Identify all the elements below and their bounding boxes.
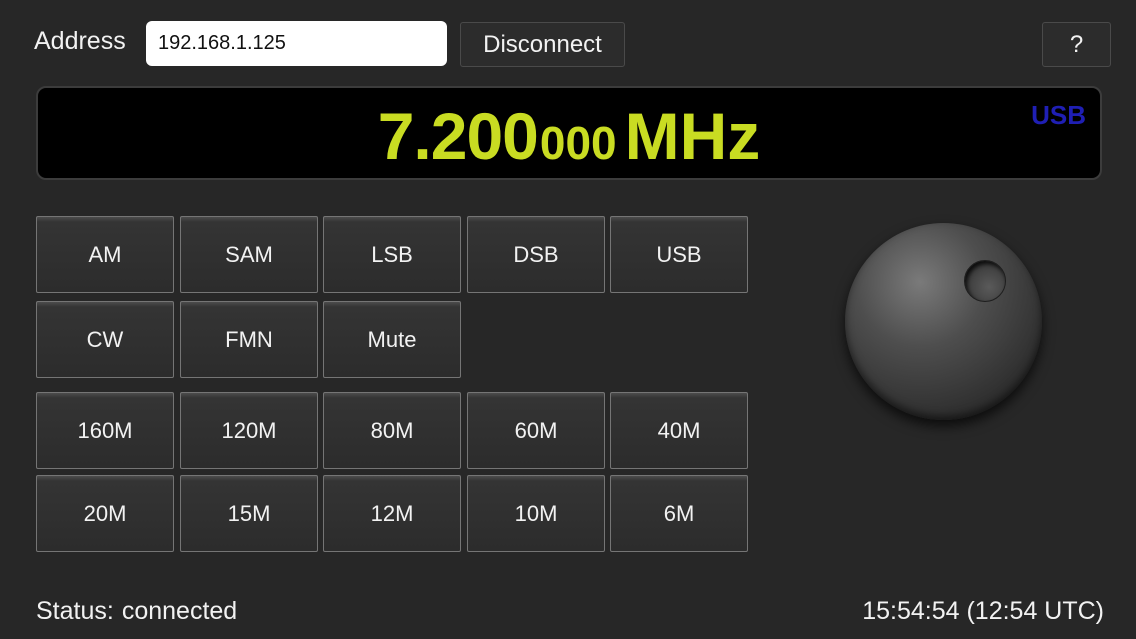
frequency-sub: 000: [539, 117, 617, 169]
clock-readout: 15:54:54 (12:54 UTC): [862, 597, 1104, 625]
address-input[interactable]: [146, 21, 447, 66]
knob-dimple-icon: [964, 260, 1006, 302]
mute-button[interactable]: Mute: [323, 301, 461, 378]
mode-button-fmn[interactable]: FMN: [180, 301, 318, 378]
mode-button-am[interactable]: AM: [36, 216, 174, 293]
address-label: Address: [34, 27, 126, 55]
frequency-main: 7.200: [377, 99, 539, 173]
band-button-60m[interactable]: 60M: [467, 392, 605, 469]
band-button-120m[interactable]: 120M: [180, 392, 318, 469]
mode-button-usb[interactable]: USB: [610, 216, 748, 293]
mode-button-sam[interactable]: SAM: [180, 216, 318, 293]
band-button-40m[interactable]: 40M: [610, 392, 748, 469]
mode-indicator: USB: [1031, 100, 1086, 130]
band-button-10m[interactable]: 10M: [467, 475, 605, 552]
disconnect-button[interactable]: Disconnect: [460, 22, 625, 67]
band-button-160m[interactable]: 160M: [36, 392, 174, 469]
frequency-display: 7.200000 MHz USB: [36, 86, 1102, 180]
band-button-12m[interactable]: 12M: [323, 475, 461, 552]
frequency-readout: 7.200000 MHz: [38, 98, 1100, 174]
band-button-80m[interactable]: 80M: [323, 392, 461, 469]
mode-button-lsb[interactable]: LSB: [323, 216, 461, 293]
band-button-20m[interactable]: 20M: [36, 475, 174, 552]
band-button-15m[interactable]: 15M: [180, 475, 318, 552]
status-line: Status: connected: [36, 597, 237, 626]
help-button[interactable]: ?: [1042, 22, 1111, 67]
status-label: Status:: [36, 597, 114, 625]
band-button-6m[interactable]: 6M: [610, 475, 748, 552]
mode-button-dsb[interactable]: DSB: [467, 216, 605, 293]
status-value: connected: [121, 597, 238, 625]
tuning-knob[interactable]: [845, 223, 1042, 420]
frequency-unit: MHz: [624, 99, 761, 173]
mode-button-cw[interactable]: CW: [36, 301, 174, 378]
